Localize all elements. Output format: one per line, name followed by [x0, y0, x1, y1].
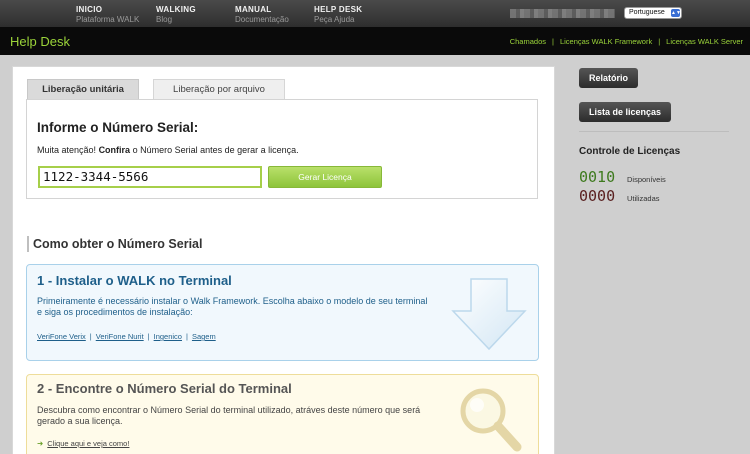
- link-ingenico[interactable]: Ingenico: [154, 332, 182, 341]
- serial-heading: Informe o Número Serial:: [37, 120, 199, 135]
- used-label: Utilizadas: [627, 194, 660, 203]
- used-count: 0000: [579, 187, 616, 205]
- nav-item-manual[interactable]: MANUAL Documentação: [235, 5, 289, 24]
- nav-item-walking[interactable]: WALKING Blog: [156, 5, 196, 24]
- nav-item-subtitle: Plataforma WALK: [76, 15, 140, 24]
- step1-title: 1 - Instalar o WALK no Terminal: [37, 273, 232, 288]
- license-list-button[interactable]: Lista de licenças: [579, 102, 671, 122]
- nav-item-title: HELP DESK: [314, 5, 363, 14]
- available-label: Disponíveis: [627, 175, 666, 184]
- serial-note: Muita atenção! Confira o Número Serial a…: [37, 145, 299, 155]
- note-bold: Confira: [98, 145, 131, 155]
- link-verifone-nurit[interactable]: VeriFone Nurit: [96, 332, 144, 341]
- nav-item-subtitle: Peça Ajuda: [314, 15, 355, 24]
- step1-text: Primeiramente é necessário instalar o Wa…: [37, 296, 428, 317]
- serial-form: Informe o Número Serial: Muita atenção! …: [26, 99, 538, 199]
- step2-link[interactable]: ➜ Clique aqui e veja como!: [37, 439, 129, 448]
- nav-item-subtitle: Documentação: [235, 15, 289, 24]
- sidebar-divider: [579, 131, 729, 132]
- step1-card: 1 - Instalar o WALK no Terminal Primeira…: [26, 264, 539, 361]
- user-info-blurred: [510, 9, 615, 18]
- page-title: Help Desk: [10, 34, 70, 49]
- tab-liberacao-arquivo[interactable]: Liberação por arquivo: [153, 79, 285, 100]
- language-value: Portuguese: [629, 9, 665, 16]
- link-chamados[interactable]: Chamados: [510, 37, 546, 46]
- nav-item-title: MANUAL: [235, 5, 272, 14]
- note-prefix: Muita atenção!: [37, 145, 97, 155]
- nav-item-inicio[interactable]: INICIO Plataforma WALK: [76, 5, 139, 24]
- step2-link-label: Clique aqui e veja como!: [47, 439, 130, 448]
- header-links: Chamados | Licenças WALK Framework | Licença…: [509, 37, 743, 46]
- step2-title: 2 - Encontre o Número Serial do Terminal: [37, 381, 292, 396]
- header-bar: Help Desk Chamados | Licenças WALK Framewo…: [0, 27, 750, 55]
- link-licencas-framework[interactable]: Licenças WALK Framework: [560, 37, 652, 46]
- link-licencas-server[interactable]: Licenças WALK Server: [666, 37, 743, 46]
- language-select[interactable]: Portuguese ▲▼: [624, 7, 682, 19]
- note-suffix: o Número Serial antes de gerar a licença…: [132, 145, 299, 155]
- serial-input[interactable]: 1122-3344-5566: [38, 166, 262, 188]
- license-control-heading: Controle de Licenças: [579, 146, 681, 157]
- arrow-right-icon: ➜: [37, 439, 44, 448]
- nav-item-help-desk[interactable]: HELP DESK Peça Ajuda: [314, 5, 362, 24]
- top-navigation: INICIO Plataforma WALK WALKING Blog MANU…: [0, 0, 750, 27]
- step2-text: Descubra como encontrar o Número Serial …: [37, 405, 421, 426]
- nav-item-title: WALKING: [156, 5, 196, 14]
- generate-license-button[interactable]: Gerar Licença: [268, 166, 382, 188]
- link-sagem[interactable]: Sagem: [192, 332, 216, 341]
- download-arrow-icon: [451, 278, 527, 351]
- nav-item-subtitle: Blog: [156, 15, 173, 24]
- available-count: 0010: [579, 168, 616, 186]
- tab-liberacao-unitaria[interactable]: Liberação unitária: [27, 79, 139, 100]
- chevron-updown-icon: ▲▼: [671, 9, 681, 17]
- section-title: Como obter o Número Serial: [27, 236, 202, 252]
- link-verifone-verix[interactable]: VeriFone Verix: [37, 332, 86, 341]
- step2-card: 2 - Encontre o Número Serial do Terminal…: [26, 374, 539, 454]
- terminal-links: VeriFone Verix | VeriFone Nurit | Ingenico | S…: [37, 332, 216, 341]
- nav-item-title: INICIO: [76, 5, 103, 14]
- report-button[interactable]: Relatório: [579, 68, 638, 88]
- magnifier-icon: [460, 388, 522, 452]
